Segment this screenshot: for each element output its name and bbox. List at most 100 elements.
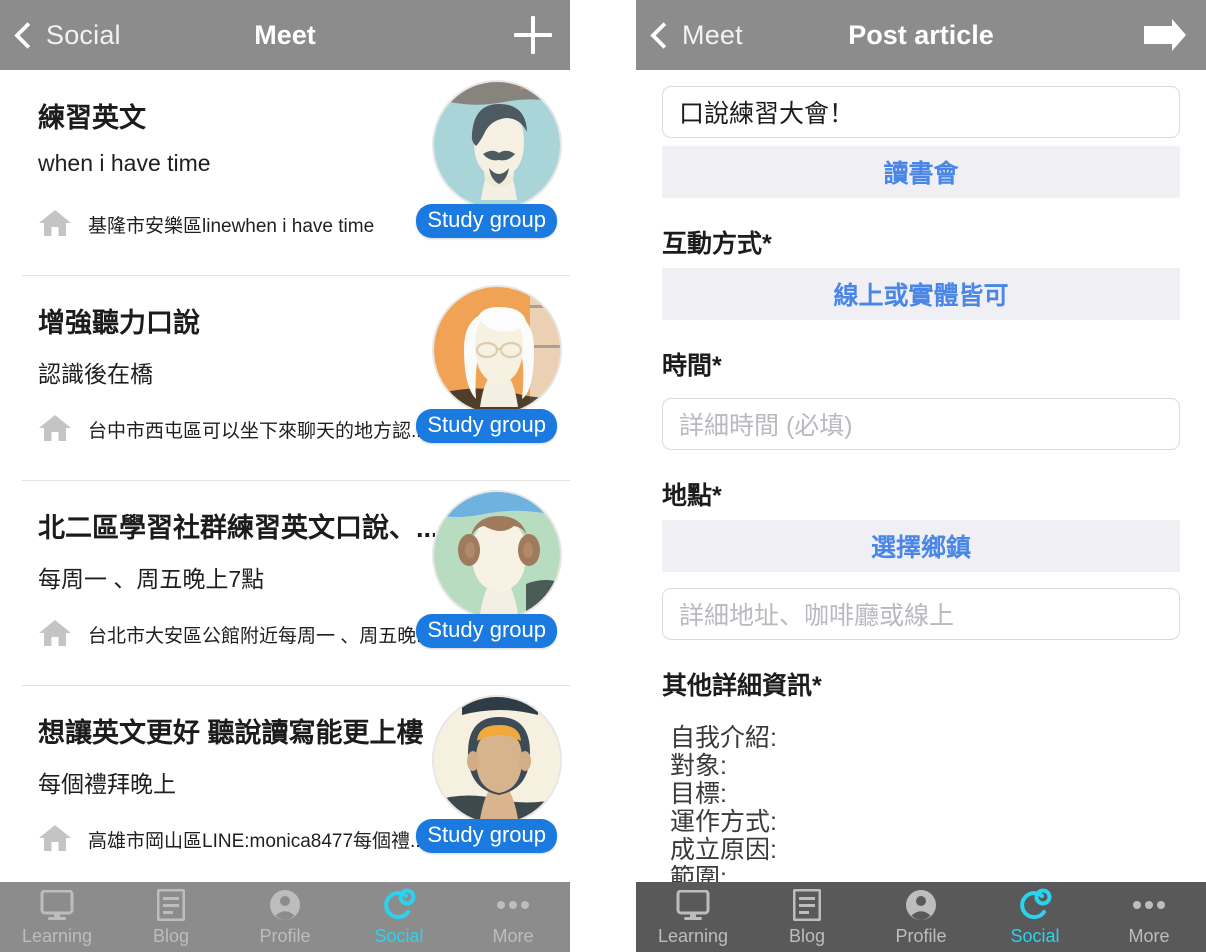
other-details-label: 其他詳細資訊*	[662, 672, 822, 700]
meet-list[interactable]: 練習英文 when i have time 基隆市安樂區linewhen i h…	[0, 70, 570, 882]
send-arrow-icon	[1144, 19, 1186, 51]
tab-label: Learning	[21, 925, 93, 946]
detail-line: 範圍:	[670, 864, 727, 882]
interaction-label: 互動方式*	[662, 230, 772, 258]
detail-line: 成立原因:	[670, 836, 777, 864]
tab-label: Social	[1010, 925, 1060, 946]
list-item-subtitle: 認識後在橋	[38, 361, 153, 387]
list-item-subtitle: when i have time	[38, 150, 211, 176]
ellipsis-icon	[1132, 888, 1166, 922]
divider	[22, 685, 570, 686]
detail-line: 運作方式:	[670, 808, 777, 836]
tab-label: Learning	[657, 925, 729, 946]
place-label: 地點*	[662, 482, 722, 510]
panel-gap	[570, 0, 636, 952]
list-item-title: 練習英文	[38, 103, 146, 133]
back-button-label: Meet	[682, 19, 743, 50]
other-details-textarea[interactable]: 自我介紹: 對象: 目標: 運作方式: 成立原因: 範圍: 人數限制: 聯絡方式…	[662, 724, 1180, 882]
navbar-post-article: Meet Post article	[636, 0, 1206, 70]
tabbar: Learning Blog Profile Social More	[636, 882, 1206, 952]
document-icon	[157, 888, 185, 922]
tab-blog[interactable]: Blog	[114, 882, 228, 952]
tab-more[interactable]: More	[1092, 882, 1206, 952]
navbar-meet: Social Meet	[0, 0, 570, 70]
tab-learning[interactable]: Learning	[636, 882, 750, 952]
phone-screen-meet-list: Social Meet 練習英文 when i have time 基隆市安樂區…	[0, 0, 570, 952]
person-icon	[269, 888, 301, 922]
avatar-blonde-woman-glasses	[432, 285, 562, 415]
social-circle-icon	[382, 888, 416, 922]
dual-phone-screenshot: Social Meet 練習英文 when i have time 基隆市安樂區…	[0, 0, 1206, 952]
avatar[interactable]: Study group	[416, 80, 562, 238]
list-item-title: 增強聽力口說	[38, 308, 200, 338]
detail-line: 自我介紹:	[670, 724, 777, 752]
tab-profile[interactable]: Profile	[228, 882, 342, 952]
tab-profile[interactable]: Profile	[864, 882, 978, 952]
list-item[interactable]: 增強聽力口說 認識後在橋 台中市西屯區可以坐下來聊天的地方認... Study …	[0, 275, 570, 480]
status-badge: Study group	[416, 409, 557, 443]
list-item-subtitle: 每個禮拜晚上	[38, 771, 176, 797]
avatar-brown-hair-woman	[432, 490, 562, 620]
post-article-form: 口說練習大會！ 讀書會 互動方式* 線上或實體皆可 時間* 詳細時間 (必填) …	[636, 70, 1206, 882]
home-icon	[39, 620, 71, 646]
tab-blog[interactable]: Blog	[750, 882, 864, 952]
avatar[interactable]: Study group	[416, 490, 562, 648]
tab-label: Profile	[895, 925, 947, 946]
tab-more[interactable]: More	[456, 882, 570, 952]
back-button-label: Social	[46, 19, 121, 50]
chevron-left-icon	[14, 21, 41, 49]
address-input[interactable]: 詳細地址、咖啡廳或線上	[662, 588, 1180, 640]
status-badge: Study group	[416, 204, 557, 238]
monitor-icon	[40, 888, 74, 922]
detail-line: 對象:	[670, 752, 727, 780]
home-icon	[39, 825, 71, 851]
tab-learning[interactable]: Learning	[0, 882, 114, 952]
tab-label: Blog	[788, 925, 826, 946]
add-meet-button[interactable]	[514, 16, 552, 54]
town-picker[interactable]: 選擇鄉鎮	[662, 520, 1180, 572]
list-item-meta: 台中市西屯區可以坐下來聊天的地方認...	[88, 421, 427, 442]
phone-screen-post-article: Meet Post article 口說練習大會！ 讀書會 互動方式* 線上或實…	[636, 0, 1206, 952]
tab-label: Social	[374, 925, 424, 946]
list-item-title: 想讓英文更好 聽說讀寫能更上樓	[38, 718, 424, 748]
title-input[interactable]: 口說練習大會！	[662, 86, 1180, 138]
tabbar: Learning Blog Profile Social More	[0, 882, 570, 952]
divider	[22, 275, 570, 276]
tab-social[interactable]: Social	[342, 882, 456, 952]
list-item[interactable]: 練習英文 when i have time 基隆市安樂區linewhen i h…	[0, 70, 570, 275]
list-item[interactable]: 想讓英文更好 聽說讀寫能更上樓 每個禮拜晚上 高雄市岡山區LINE:monica…	[0, 685, 570, 882]
list-item-meta: 高雄市岡山區LINE:monica8477每個禮...	[88, 831, 426, 852]
tab-social[interactable]: Social	[978, 882, 1092, 952]
time-label: 時間*	[662, 352, 722, 380]
social-circle-icon	[1018, 888, 1052, 922]
tab-label: Profile	[259, 925, 311, 946]
interaction-picker[interactable]: 線上或實體皆可	[662, 268, 1180, 320]
list-item-meta: 基隆市安樂區linewhen i have time	[88, 216, 375, 237]
time-input[interactable]: 詳細時間 (必填)	[662, 398, 1180, 450]
tab-label: More	[492, 925, 534, 946]
document-icon	[793, 888, 821, 922]
avatar-bearded-man	[432, 80, 562, 210]
tab-label: Blog	[152, 925, 190, 946]
tab-label: More	[1128, 925, 1170, 946]
list-item-meta: 台北市大安區公館附近每周一 、周五晚...	[88, 626, 433, 647]
list-item[interactable]: 北二區學習社群練習英文口說、... 每周一 、周五晚上7點 台北市大安區公館附近…	[0, 480, 570, 685]
avatar[interactable]: Study group	[416, 285, 562, 443]
home-icon	[39, 415, 71, 441]
avatar[interactable]: Study group	[416, 695, 562, 853]
ellipsis-icon	[496, 888, 530, 922]
home-icon	[39, 210, 71, 236]
back-button-meet[interactable]: Meet	[650, 19, 743, 51]
category-picker[interactable]: 讀書會	[662, 146, 1180, 198]
back-button-social[interactable]: Social	[14, 19, 121, 51]
list-item-title: 北二區學習社群練習英文口說、...	[38, 513, 435, 543]
plus-icon	[514, 16, 552, 54]
send-button[interactable]	[1142, 18, 1188, 52]
avatar-dark-hair-person	[432, 695, 562, 825]
monitor-icon	[676, 888, 710, 922]
chevron-left-icon	[650, 21, 677, 49]
status-badge: Study group	[416, 614, 557, 648]
divider	[22, 480, 570, 481]
list-item-subtitle: 每周一 、周五晚上7點	[38, 566, 265, 592]
person-icon	[905, 888, 937, 922]
